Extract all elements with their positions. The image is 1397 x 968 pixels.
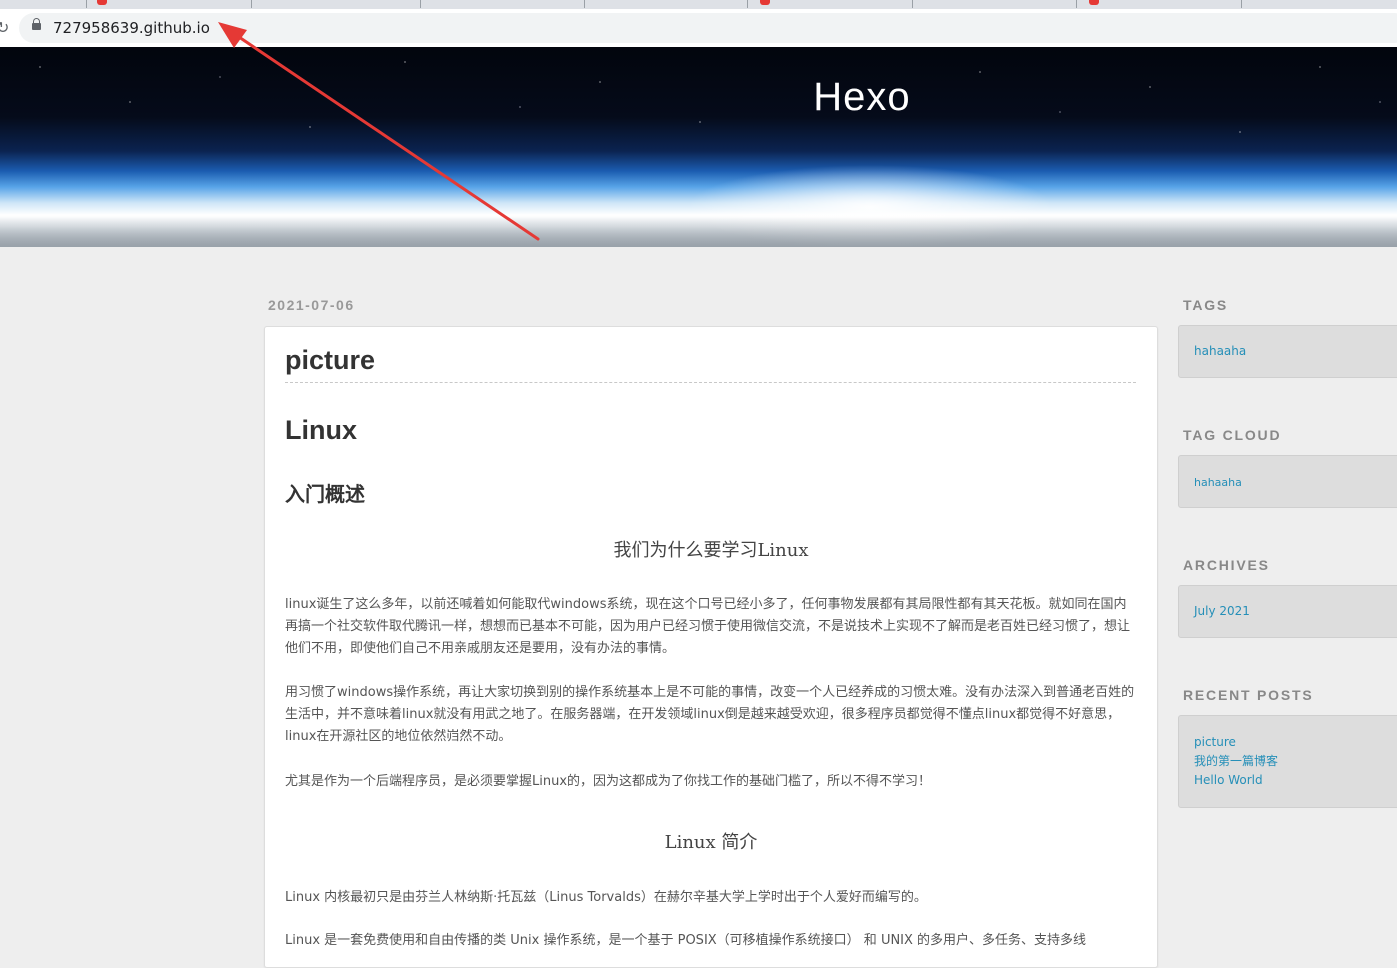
tab-favicon[interactable]	[760, 0, 770, 5]
widget-archives: July 2021	[1178, 585, 1397, 638]
address-url[interactable]: 727958639.github.io	[53, 19, 210, 37]
reload-icon[interactable]: ↻	[0, 18, 9, 37]
tab-favicon[interactable]	[1089, 0, 1099, 5]
site-title[interactable]: Hexo	[0, 75, 1397, 120]
tag-link[interactable]: hahaaha	[1194, 342, 1394, 361]
lock-icon[interactable]	[32, 18, 41, 30]
tab-separator	[420, 0, 421, 8]
tab-separator	[1241, 0, 1242, 8]
article-paragraph: 尤其是作为一个后端程序员，是必须要掌握Linux的，因为这都成为了你找工作的基础…	[285, 774, 932, 789]
widget-title-tags: TAGS	[1183, 297, 1229, 313]
tab-separator	[251, 0, 252, 8]
post-date[interactable]: 2021-07-06	[268, 297, 355, 313]
site-banner: Hexo	[0, 47, 1397, 247]
article-paragraph: 用习惯了windows操作系统，再让大家切换到别的操作系统基本上是不可能的事情，…	[285, 685, 1135, 744]
widget-tags: hahaaha	[1178, 325, 1397, 378]
recent-post-link[interactable]: Hello World	[1194, 771, 1394, 790]
tab-separator	[584, 0, 585, 8]
article-paragraph: linux诞生了这么多年，以前还喊着如何能取代windows系统，现在这个口号已…	[285, 597, 1131, 656]
heading-linux: Linux	[285, 415, 357, 445]
widget-title-recent-posts: RECENT POSTS	[1183, 687, 1314, 703]
recent-post-link[interactable]: picture	[1194, 733, 1394, 752]
heading-why-learn-linux: 我们为什么要学习Linux	[613, 540, 809, 561]
tab-favicon[interactable]	[97, 0, 107, 5]
browser-tab-strip	[0, 0, 1397, 9]
heading-linux-intro: Linux 简介	[664, 832, 758, 853]
recent-post-link[interactable]: 我的第一篇博客	[1194, 752, 1394, 771]
widget-recent-posts: picture 我的第一篇博客 Hello World	[1178, 715, 1397, 808]
browser-toolbar: ↻ 727958639.github.io	[0, 9, 1397, 47]
widget-title-tag-cloud: TAG CLOUD	[1183, 427, 1282, 443]
article-paragraph: Linux 内核最初只是由芬兰人林纳斯·托瓦兹（Linus Torvalds）在…	[285, 890, 927, 905]
widget-title-archives: ARCHIVES	[1183, 557, 1270, 573]
cloud-decoration	[0, 217, 1397, 247]
tab-separator	[912, 0, 913, 8]
address-bar[interactable]: 727958639.github.io	[19, 13, 1397, 43]
widget-tag-cloud: hahaaha	[1178, 455, 1397, 508]
article-title[interactable]: picture	[285, 345, 1136, 383]
tab-separator	[1076, 0, 1077, 8]
tag-cloud-link[interactable]: hahaaha	[1194, 473, 1394, 492]
tab-separator	[747, 0, 748, 8]
article-card: picture Linux 入门概述 我们为什么要学习Linux linux诞生…	[264, 326, 1158, 968]
archive-link[interactable]: July 2021	[1194, 602, 1394, 621]
heading-intro-overview: 入门概述	[285, 482, 365, 506]
article-paragraph: Linux 是一套免费使用和自由传播的类 Unix 操作系统，是一个基于 POS…	[285, 933, 1087, 948]
tab-separator	[86, 0, 87, 8]
